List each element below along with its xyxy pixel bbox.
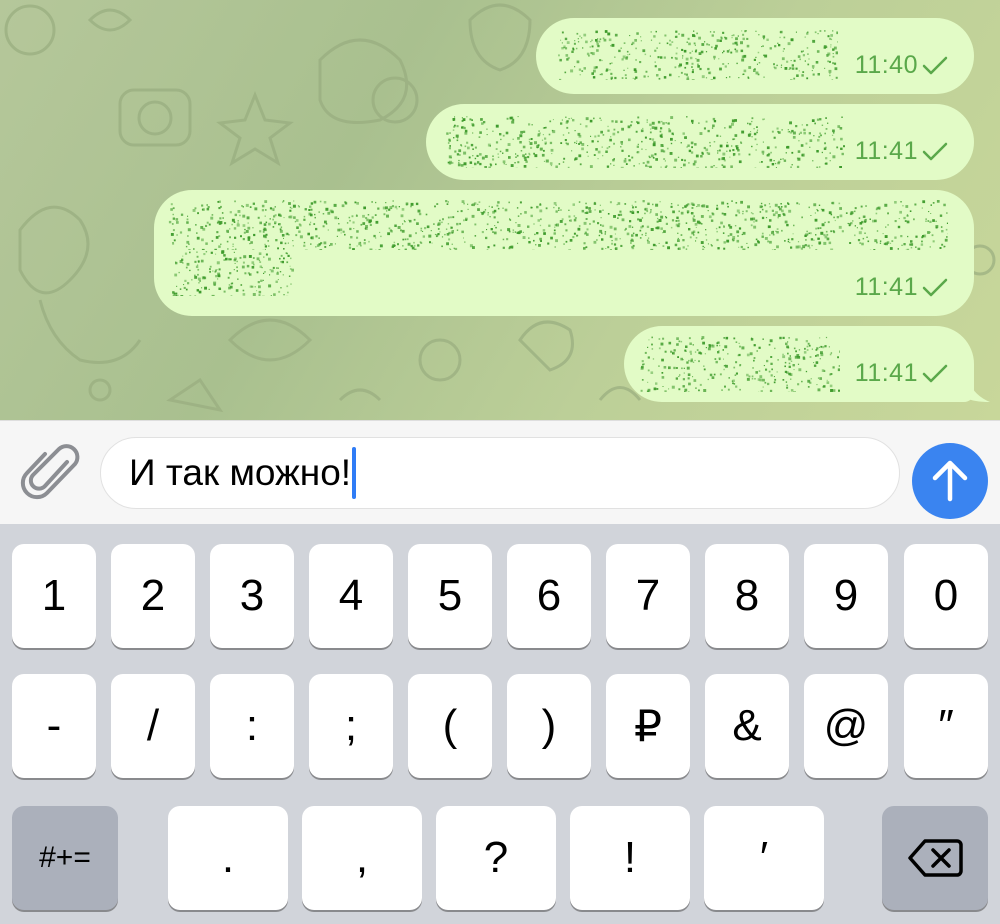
key-semicolon[interactable]: ; (309, 674, 393, 778)
hidden-message-text (558, 30, 838, 80)
hidden-message-text (172, 250, 294, 296)
message-composer: И так можно! (0, 420, 1000, 524)
key-4[interactable]: 4 (309, 544, 393, 648)
key-0[interactable]: 0 (904, 544, 988, 648)
paperclip-icon (20, 444, 80, 500)
key-period[interactable]: . (168, 806, 288, 910)
message-bubble[interactable]: 11:41 (624, 326, 974, 402)
key-2[interactable]: 2 (111, 544, 195, 648)
message-time: 11:41 (855, 137, 948, 166)
key-9[interactable]: 9 (804, 544, 888, 648)
sent-check-icon (922, 364, 948, 382)
key-8[interactable]: 8 (705, 544, 789, 648)
key-exclamation[interactable]: ! (570, 806, 690, 910)
hidden-message-text (640, 336, 840, 392)
key-question[interactable]: ? (436, 806, 556, 910)
key-quote[interactable]: ″ (904, 674, 988, 778)
chat-area[interactable]: 11:40 11:41 11:41 11:41 (0, 0, 1000, 420)
message-bubble[interactable]: 11:41 (426, 104, 974, 180)
message-input[interactable]: И так можно! (100, 437, 900, 509)
key-6[interactable]: 6 (507, 544, 591, 648)
attach-button[interactable] (20, 441, 82, 503)
key-5[interactable]: 5 (408, 544, 492, 648)
keyboard: 1 2 3 4 5 6 7 8 9 0 - / : ; ( ) ₽ & @ ″ … (0, 524, 1000, 924)
key-slash[interactable]: / (111, 674, 195, 778)
bubble-tail (966, 372, 990, 402)
message-time: 11:41 (855, 359, 948, 388)
hidden-message-text (446, 116, 845, 168)
sent-check-icon (922, 142, 948, 160)
key-ampersand[interactable]: & (705, 674, 789, 778)
key-hyphen[interactable]: - (12, 674, 96, 778)
backspace-key[interactable] (882, 806, 988, 910)
backspace-icon (908, 839, 963, 877)
text-cursor (352, 447, 357, 499)
message-time: 11:40 (855, 51, 948, 80)
key-at[interactable]: @ (804, 674, 888, 778)
key-ruble[interactable]: ₽ (606, 674, 690, 778)
key-7[interactable]: 7 (606, 544, 690, 648)
key-close-paren[interactable]: ) (507, 674, 591, 778)
key-comma[interactable]: , (302, 806, 422, 910)
message-input-text: И так можно! (129, 452, 352, 493)
key-apostrophe[interactable]: ′ (704, 806, 824, 910)
message-bubble[interactable]: 11:40 (536, 18, 974, 94)
key-1[interactable]: 1 (12, 544, 96, 648)
hidden-message-text (168, 200, 948, 250)
key-more-symbols[interactable]: #+= (12, 806, 118, 910)
sent-check-icon (922, 56, 948, 74)
send-button[interactable] (912, 443, 988, 519)
sent-check-icon (922, 278, 948, 296)
key-3[interactable]: 3 (210, 544, 294, 648)
key-colon[interactable]: : (210, 674, 294, 778)
key-open-paren[interactable]: ( (408, 674, 492, 778)
arrow-up-icon (932, 460, 968, 502)
message-time: 11:41 (855, 273, 948, 302)
message-bubble[interactable]: 11:41 (154, 190, 974, 316)
